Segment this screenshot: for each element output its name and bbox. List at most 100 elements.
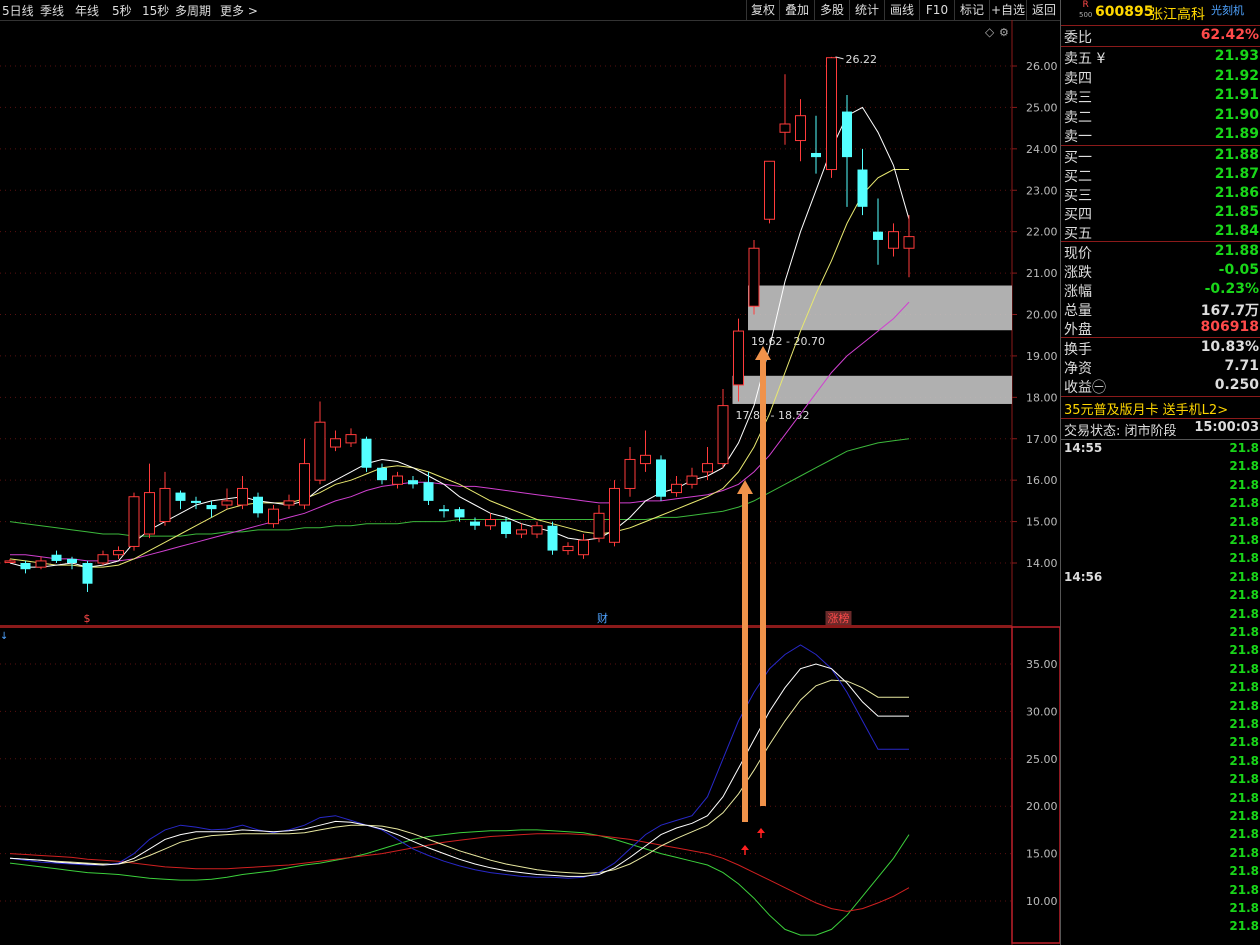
adjust-button[interactable]: 复权 [746, 0, 779, 20]
candle-body-down [253, 496, 263, 514]
candle-body-down [423, 482, 434, 501]
tick-price: 21.8 [1229, 661, 1259, 676]
stat-row-label: 涨跌 [1064, 265, 1092, 281]
sell-level-4-value: 21.92 [1214, 67, 1259, 84]
candle-body-down [377, 467, 387, 481]
tick-price: 21.8 [1229, 735, 1259, 750]
indicator-tick-label: 10.00 [1026, 895, 1058, 908]
stat-row: 外盘 806918 [1061, 318, 1260, 338]
stat-row-label: 换手 [1064, 342, 1092, 358]
tick-price: 21.8 [1229, 643, 1259, 658]
event-label: 财 [597, 611, 608, 625]
candle-body-up [686, 475, 698, 485]
price-tick-label: 22.00 [1026, 226, 1058, 239]
candle-body-down [811, 152, 821, 158]
tab-5sec[interactable]: 5秒 [112, 2, 132, 19]
tick-price: 21.8 [1229, 772, 1259, 787]
sell-level-3: 卖三 21.91 [1061, 86, 1260, 106]
tab-15sec[interactable]: 15秒 [142, 2, 169, 19]
promo-text[interactable]: 35元普及版月卡 送手机L2> [1064, 399, 1228, 418]
buy-level-4: 买四 21.85 [1061, 203, 1260, 223]
candle-body-down [656, 459, 666, 497]
stats-button[interactable]: 统计 [849, 0, 884, 20]
candle-body-up [221, 500, 233, 506]
sell-level-2-value: 21.90 [1214, 106, 1259, 123]
stat-row-value: 0.250 [1214, 377, 1259, 393]
stock-tag[interactable]: 光刻机 [1211, 2, 1244, 18]
stat-row-label: 净资 [1064, 361, 1092, 377]
indicator-scroll-icon: ↓ [0, 631, 8, 642]
kline-chart[interactable]: ◇ ⚙ 26.00 25.00 24.00 23.00 22.00 21.00 20.00 19.… [0, 20, 1060, 945]
multi-stock-button[interactable]: 多股 [814, 0, 849, 20]
overlay-button[interactable]: 叠加 [779, 0, 814, 20]
candle-body-up [593, 512, 605, 539]
diamond-icon: ◇ [985, 25, 995, 39]
tick-price: 21.8 [1229, 441, 1259, 455]
stat-row-value: 21.88 [1214, 243, 1259, 259]
indicator-tick-label: 30.00 [1026, 705, 1058, 718]
candle-body-down [20, 563, 31, 570]
tab-5day[interactable]: 5日线 [2, 2, 34, 19]
stat-row-label: 涨幅 [1064, 284, 1092, 300]
tab-year[interactable]: 年线 [75, 2, 99, 19]
price-tick-label: 24.00 [1026, 143, 1058, 156]
stat-row: 净资 7.71 [1061, 357, 1260, 377]
event-label: 涨榜 [828, 611, 850, 625]
tab-quarter[interactable]: 季线 [40, 2, 64, 19]
tick-price: 21.8 [1229, 569, 1259, 584]
tick-price: 21.8 [1229, 753, 1259, 768]
ratio-label: 委比 [1064, 30, 1092, 46]
candle-body-up [671, 483, 682, 494]
buy-level-3-value: 21.86 [1214, 185, 1259, 201]
signal-arrow-head [737, 480, 753, 494]
sell-level-5-label: 卖五 ¥ [1064, 51, 1106, 67]
price-tick-label: 18.00 [1026, 391, 1058, 404]
candle-body-down [82, 563, 93, 584]
candle-body-down [408, 480, 418, 485]
candle-body-up [702, 463, 713, 473]
stat-row: 收益㊀ 0.250 [1061, 376, 1260, 396]
add-watchlist-button[interactable]: +自选 [989, 0, 1026, 20]
tick-price: 21.8 [1229, 606, 1259, 621]
buy-level-3: 买三 21.86 [1061, 184, 1260, 204]
buy-level-5-value: 21.84 [1214, 223, 1259, 239]
price-tick-label: 21.00 [1026, 267, 1058, 280]
tab-more[interactable]: 更多 > [220, 2, 258, 19]
candle-body-up [268, 508, 279, 525]
trade-status-time: 15:00:03 [1194, 420, 1259, 435]
tick-price: 21.8 [1229, 625, 1259, 639]
candle-body-up [624, 458, 636, 489]
tick-price: 21.8 [1229, 901, 1259, 915]
stat-row-value: 10.83% [1200, 339, 1259, 355]
quote-panel: R 500 600895 张江高科 光刻机 委比 62.42% 卖五 ¥ 21.9… [1060, 0, 1260, 945]
stat-row: 现价 21.88 [1061, 242, 1260, 262]
sell-level-4-label: 卖四 [1064, 70, 1092, 87]
candle-body-down [873, 231, 883, 240]
candle-body-down [857, 169, 868, 207]
candle-body-up [345, 434, 357, 444]
sell-level-3-label: 卖三 [1064, 90, 1092, 106]
tick-price: 21.8 [1229, 698, 1259, 713]
tab-multi-period[interactable]: 多周期 [175, 2, 211, 19]
candle-body-up [128, 496, 140, 547]
candle-body-up [826, 57, 837, 171]
buy-level-4-value: 21.85 [1214, 204, 1259, 220]
draw-line-button[interactable]: 画线 [884, 0, 919, 20]
tick-price: 21.8 [1229, 809, 1259, 823]
indicator-line-red [9, 833, 910, 912]
stat-row-label: 现价 [1064, 246, 1092, 262]
back-button[interactable]: 返回 [1026, 0, 1061, 20]
candle-body-up [392, 475, 403, 485]
promo-banner[interactable]: 35元普及版月卡 送手机L2> [1061, 398, 1260, 418]
tick-price: 21.8 [1229, 827, 1259, 842]
f10-button[interactable]: F10 [919, 0, 954, 20]
sell-level-3-value: 21.91 [1214, 87, 1259, 103]
candle-body-up [888, 231, 899, 249]
candle-body-up [733, 330, 744, 386]
candle-body-down [51, 554, 62, 561]
sell-level-1: 卖一 21.89 [1061, 125, 1260, 145]
candle-body-up [717, 405, 729, 465]
mark-button[interactable]: 标记 [954, 0, 989, 20]
tick-price: 21.8 [1229, 588, 1259, 603]
stock-header: R 500 600895 张江高科 光刻机 [1061, 0, 1260, 24]
